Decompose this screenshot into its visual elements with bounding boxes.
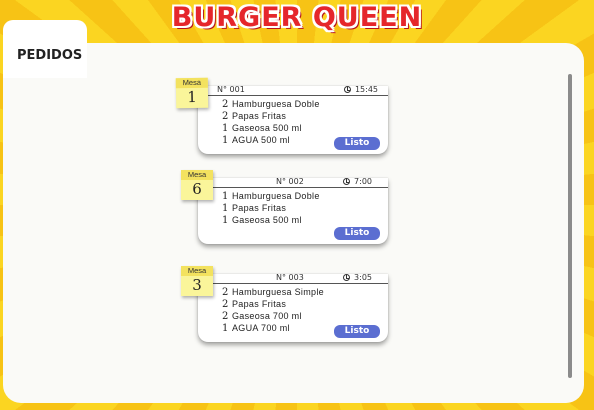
ticket-header: N° 003 3:05	[198, 273, 388, 284]
item-name: Papas Fritas	[232, 111, 287, 121]
listo-button[interactable]: Listo	[334, 325, 380, 338]
table-note: Mesa 3	[181, 266, 213, 296]
order-time: 3:05	[354, 273, 372, 282]
item-name: Papas Fritas	[232, 203, 287, 213]
table-number: 1	[187, 87, 197, 107]
item-qty: 1	[222, 135, 229, 146]
order-number: N° 001	[217, 85, 245, 94]
ticket-header: N° 002 7:00	[198, 177, 388, 188]
order-item: 2 Gaseosa 700 ml	[222, 311, 388, 323]
order-item: 2 Papas Fritas	[222, 299, 388, 311]
order-time-group: 15:45	[343, 85, 378, 94]
order-number: N° 002	[276, 177, 304, 186]
tab-pedidos[interactable]: PEDIDOS	[3, 20, 87, 78]
item-name: AGUA 500 ml	[232, 135, 290, 145]
table-label: Mesa	[175, 77, 208, 89]
brand-logo: BURGER QUEEN	[171, 2, 423, 33]
order-ticket: N° 002 7:00 1 Hamburguesa Doble 1 Papas Fr…	[198, 177, 388, 244]
table-note: Mesa 1	[175, 77, 209, 109]
order-item: 1 Papas Fritas	[222, 203, 388, 215]
order-ticket: N° 003 3:05 2 Hamburguesa Simple 2 Papas F…	[198, 273, 388, 342]
clock-icon	[343, 274, 351, 281]
table-note: Mesa 6	[181, 170, 213, 200]
listo-button[interactable]: Listo	[334, 227, 380, 240]
order-item: 2 Hamburguesa Simple	[222, 287, 388, 299]
order-item: 2 Papas Fritas	[222, 111, 388, 123]
item-qty: 2	[222, 311, 229, 322]
item-name: Gaseosa 700 ml	[232, 311, 302, 321]
item-qty: 2	[222, 299, 229, 310]
item-name: Hamburguesa Simple	[232, 287, 324, 297]
item-name: Papas Fritas	[232, 299, 287, 309]
item-name: Gaseosa 500 ml	[232, 123, 302, 133]
order-time: 7:00	[354, 177, 372, 186]
order-item: 1 Gaseosa 500 ml	[222, 123, 388, 135]
ticket-header: N° 001 15:45	[198, 85, 388, 96]
clock-icon	[343, 86, 351, 93]
item-qty: 2	[222, 99, 229, 110]
item-qty: 1	[222, 123, 229, 134]
order-time-group: 7:00	[343, 177, 372, 186]
order-item: 1 Hamburguesa Doble	[222, 191, 388, 203]
order-item: 2 Hamburguesa Doble	[222, 99, 388, 111]
table-number: 6	[192, 180, 202, 198]
item-qty: 1	[222, 191, 229, 202]
listo-button[interactable]: Listo	[334, 137, 380, 150]
item-qty: 1	[222, 215, 229, 226]
item-qty: 1	[222, 323, 229, 334]
item-name: Gaseosa 500 ml	[232, 215, 302, 225]
item-qty: 2	[222, 287, 229, 298]
table-label: Mesa	[181, 170, 213, 180]
item-name: Hamburguesa Doble	[232, 191, 320, 201]
order-number: N° 003	[276, 273, 304, 282]
clock-icon	[343, 178, 351, 185]
order-item: 1 Gaseosa 500 ml	[222, 215, 388, 227]
order-ticket: N° 001 15:45 2 Hamburguesa Doble 2 Papas F…	[198, 85, 388, 154]
item-qty: 2	[222, 111, 229, 122]
item-name: Hamburguesa Doble	[232, 99, 320, 109]
scrollbar[interactable]	[568, 74, 572, 378]
item-name: AGUA 700 ml	[232, 323, 290, 333]
order-time: 15:45	[354, 85, 378, 94]
order-items: 1 Hamburguesa Doble 1 Papas Fritas 1 Gaseos…	[198, 188, 388, 231]
order-time-group: 3:05	[343, 273, 372, 282]
table-number: 3	[192, 276, 202, 294]
table-label: Mesa	[181, 266, 213, 276]
item-qty: 1	[222, 203, 229, 214]
tab-pedidos-label: PEDIDOS	[17, 48, 83, 63]
